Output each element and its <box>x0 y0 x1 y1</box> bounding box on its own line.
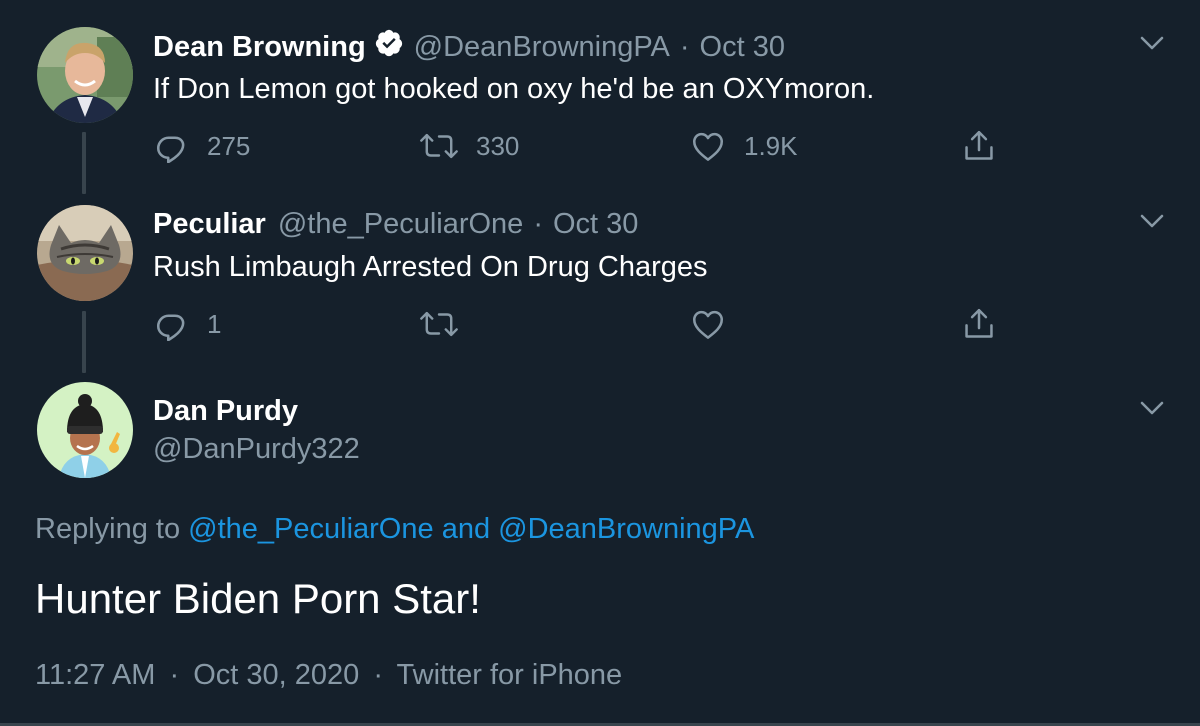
replying-to-user-peculiar[interactable]: @the_PeculiarOne <box>188 513 433 545</box>
author-handle[interactable]: @the_PeculiarOne <box>278 207 523 241</box>
chevron-down-icon[interactable] <box>1137 393 1167 423</box>
reply-button[interactable]: 1 <box>155 304 221 344</box>
share-button[interactable] <box>962 126 996 166</box>
tweet-time[interactable]: 11:27 AM <box>35 659 155 691</box>
tweet-header: Dan Purdy <box>153 394 298 428</box>
tweet-thread-page: Dean Browning @DeanBrowningPA · Oct 30 I… <box>0 0 1200 726</box>
retweet-button[interactable] <box>420 304 458 344</box>
reply-count: 275 <box>207 130 251 161</box>
author-name[interactable]: Dean Browning <box>153 30 366 64</box>
reply-icon <box>155 307 189 341</box>
replying-to-line: Replying to @the_PeculiarOne and @DeanBr… <box>35 511 754 547</box>
share-icon <box>962 128 996 164</box>
retweet-count: 330 <box>476 130 520 161</box>
tweet-header: Dean Browning @DeanBrowningPA · Oct 30 <box>153 28 785 66</box>
tweet-actions: 1 <box>0 304 1200 344</box>
avatar-dean-browning[interactable] <box>37 27 133 123</box>
chevron-down-icon[interactable] <box>1137 206 1167 236</box>
tweet-text: Rush Limbaugh Arrested On Drug Charges <box>153 251 708 283</box>
author-handle[interactable]: @DeanBrowningPA <box>414 30 670 64</box>
verified-badge-icon <box>374 28 404 66</box>
heart-icon <box>690 129 726 163</box>
tweet-full-date[interactable]: Oct 30, 2020 <box>193 659 359 691</box>
author-handle-row: @DanPurdy322 <box>153 432 360 466</box>
tweet-text: If Don Lemon got hooked on oxy he'd be a… <box>153 73 875 105</box>
chevron-down-icon[interactable] <box>1137 28 1167 58</box>
heart-icon <box>690 307 726 341</box>
focused-tweet-text: Hunter Biden Porn Star! <box>35 575 481 622</box>
tweet-date[interactable]: Oct 30 <box>700 30 785 64</box>
replying-to-label: Replying to <box>35 513 181 545</box>
tweet-header: Peculiar @the_PeculiarOne · Oct 30 <box>153 207 638 241</box>
header-separator: · <box>533 208 543 240</box>
tweet-actions: 275 330 1.9K <box>0 126 1200 166</box>
retweet-icon <box>420 129 458 163</box>
meta-separator: · <box>373 659 383 691</box>
replying-to-user-dean[interactable]: @DeanBrowningPA <box>498 513 754 545</box>
share-button[interactable] <box>962 304 996 344</box>
tweet-meta: 11:27 AM · Oct 30, 2020 · Twitter for iP… <box>35 657 622 693</box>
share-icon <box>962 306 996 342</box>
author-name[interactable]: Dan Purdy <box>153 394 298 428</box>
like-button[interactable]: 1.9K <box>690 126 798 166</box>
author-name[interactable]: Peculiar <box>153 207 266 241</box>
like-button[interactable] <box>690 304 726 344</box>
retweet-button[interactable]: 330 <box>420 126 519 166</box>
reply-icon <box>155 129 189 163</box>
retweet-icon <box>420 307 458 341</box>
reply-button[interactable]: 275 <box>155 126 250 166</box>
avatar-peculiar[interactable] <box>37 205 133 301</box>
tweet-source[interactable]: Twitter for iPhone <box>397 659 623 691</box>
header-separator: · <box>679 31 690 63</box>
tweet-date[interactable]: Oct 30 <box>553 207 638 241</box>
like-count: 1.9K <box>744 130 798 161</box>
reply-count: 1 <box>207 308 222 339</box>
avatar-dan-purdy[interactable] <box>37 382 133 478</box>
meta-separator: · <box>169 659 180 691</box>
replying-to-and: and <box>441 513 491 545</box>
author-handle[interactable]: @DanPurdy322 <box>153 432 360 466</box>
